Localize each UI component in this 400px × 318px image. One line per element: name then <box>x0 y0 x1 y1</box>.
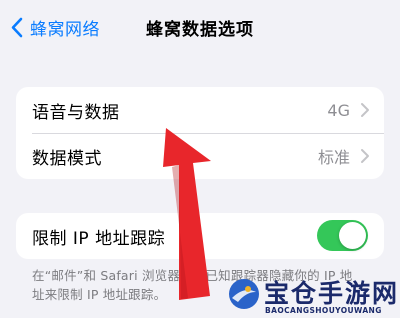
data-mode-row[interactable]: 数据模式 标准 <box>16 133 384 179</box>
cellular-options-group: 语音与数据 4G 数据模式 标准 <box>16 87 384 179</box>
voice-and-data-label: 语音与数据 <box>32 102 120 123</box>
chevron-right-icon <box>360 147 370 165</box>
ip-tracking-group: 限制 IP 地址跟踪 <box>16 213 384 259</box>
limit-ip-tracking-label: 限制 IP 地址跟踪 <box>32 228 166 249</box>
limit-ip-tracking-row: 限制 IP 地址跟踪 <box>16 213 384 259</box>
watermark: 宝仓手游网 BAOCANGSHOUYOUWANG <box>224 272 400 318</box>
voice-and-data-value: 4G <box>327 100 350 120</box>
watermark-subtitle: BAOCANGSHOUYOUWANG <box>265 306 382 315</box>
page-title: 蜂窝数据选项 <box>146 20 254 40</box>
watermark-logo-icon <box>229 279 259 309</box>
navigation-bar: 蜂窝网络 蜂窝数据选项 <box>0 0 400 56</box>
data-mode-value: 标准 <box>317 148 350 167</box>
voice-and-data-row[interactable]: 语音与数据 4G <box>16 87 384 133</box>
data-mode-label: 数据模式 <box>32 148 102 169</box>
chevron-right-icon <box>360 101 370 119</box>
toggle-knob <box>339 222 366 249</box>
watermark-title: 宝仓手游网 <box>264 279 400 308</box>
limit-ip-tracking-toggle[interactable] <box>317 220 368 251</box>
